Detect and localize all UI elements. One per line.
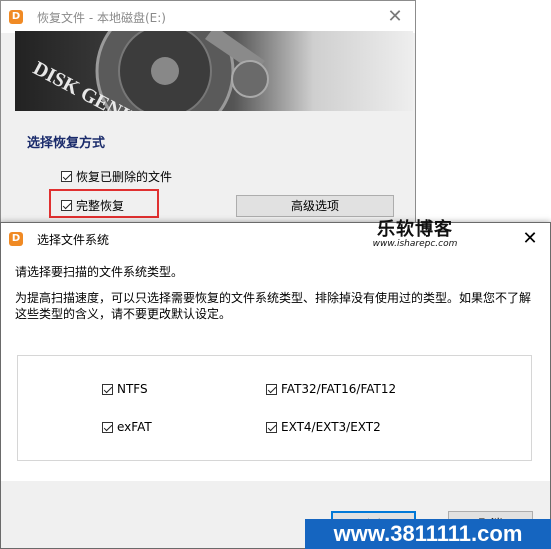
close-icon[interactable]: ✕ xyxy=(383,5,407,29)
watermark-title: 乐软博客 xyxy=(377,219,453,240)
checkbox-label: 恢复已删除的文件 xyxy=(76,170,173,184)
select-filesystem-dialog: D 选择文件系统 ✕ 请选择要扫描的文件系统类型。 为提高扫描速度，可以只选择需… xyxy=(0,222,551,549)
title-bar: D 恢复文件 - 本地磁盘(E:) ✕ xyxy=(1,1,415,33)
exfat-checkbox[interactable]: exFAT xyxy=(102,420,152,434)
section-title: 选择恢复方式 xyxy=(27,136,106,151)
checkbox-label: exFAT xyxy=(117,420,152,434)
site-watermark: 乐软博客 www.isharepc.com xyxy=(360,215,470,249)
ext-checkbox[interactable]: EXT4/EXT3/EXT2 xyxy=(266,420,381,434)
full-recovery-checkbox[interactable]: 完整恢复 xyxy=(61,197,124,214)
checkbox-label: EXT4/EXT3/EXT2 xyxy=(281,420,381,434)
checkbox-box[interactable] xyxy=(61,171,72,182)
advanced-options-button[interactable]: 高级选项 xyxy=(236,195,394,217)
checkbox-box[interactable] xyxy=(61,200,72,211)
checkbox-box[interactable] xyxy=(102,383,113,395)
diskgenius-app-icon: D xyxy=(9,10,23,24)
checkbox-box[interactable] xyxy=(266,421,277,433)
recover-files-window: D 恢复文件 - 本地磁盘(E:) ✕ DISK GENIUS 选择恢复方式 恢… xyxy=(0,0,416,240)
checkbox-label: 完整恢复 xyxy=(76,199,125,213)
close-icon[interactable]: ✕ xyxy=(518,227,542,251)
checkbox-label: FAT32/FAT16/FAT12 xyxy=(281,382,397,396)
checkbox-label: NTFS xyxy=(117,382,148,396)
watermark-url: www.isharepc.com xyxy=(372,239,458,249)
site-watermark-banner: www.3811111.com xyxy=(305,519,551,549)
disk-genius-banner: DISK GENIUS xyxy=(15,31,413,111)
fat-checkbox[interactable]: FAT32/FAT16/FAT12 xyxy=(266,382,396,396)
checkbox-box[interactable] xyxy=(266,383,277,395)
ntfs-checkbox[interactable]: NTFS xyxy=(102,382,148,396)
dialog-description: 为提高扫描速度，可以只选择需要恢复的文件系统类型、排除掉没有使用过的类型。如果您… xyxy=(15,291,532,321)
filesystem-group: NTFS FAT32/FAT16/FAT12 exFAT EXT4/EXT3/E… xyxy=(17,355,532,461)
diskgenius-app-icon: D xyxy=(9,232,23,246)
checkbox-box[interactable] xyxy=(102,421,113,433)
window-title: 恢复文件 - 本地磁盘(E:) xyxy=(37,11,166,25)
dialog-title: 选择文件系统 xyxy=(37,233,110,247)
dialog-prompt: 请选择要扫描的文件系统类型。 xyxy=(15,265,184,279)
recover-deleted-checkbox[interactable]: 恢复已删除的文件 xyxy=(61,168,172,185)
